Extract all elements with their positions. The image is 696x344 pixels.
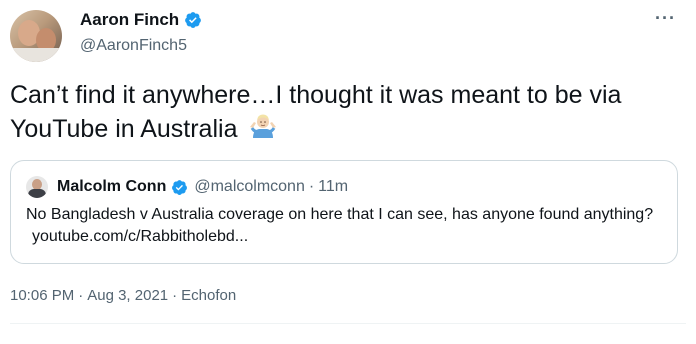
tweet-card: Aaron Finch @AaronFinch5 ··· Can’t find … — [0, 0, 696, 344]
avatar-body — [28, 189, 46, 198]
author-display-name[interactable]: Aaron Finch — [80, 9, 179, 31]
quoted-timestamp[interactable]: 11m — [318, 176, 348, 198]
tweet-source[interactable]: Echofon — [181, 287, 236, 304]
separator-dot: · — [78, 287, 84, 304]
more-horizontal-icon[interactable]: ··· — [655, 8, 676, 29]
separator-dot: · — [172, 287, 178, 304]
quoted-body: No Bangladesh v Australia coverage on he… — [26, 206, 654, 223]
quoted-display-name[interactable]: Malcolm Conn — [57, 176, 166, 198]
tweet-date[interactable]: Aug 3, 2021 — [87, 287, 168, 304]
verified-badge-icon — [172, 179, 188, 195]
tweet-body: Can’t find it anywhere…I thought it was … — [10, 81, 622, 143]
author-name-row[interactable]: Aaron Finch — [80, 9, 202, 31]
tweet-text: Can’t find it anywhere…I thought it was … — [10, 79, 690, 145]
quoted-author-avatar[interactable] — [26, 176, 48, 198]
quoted-header: Malcolm Conn @malcolmconn · 11m — [57, 176, 348, 198]
quoted-tweet[interactable]: Malcolm Conn @malcolmconn · 11m No Bangl… — [10, 160, 678, 264]
quoted-link[interactable]: youtube.com/c/Rabbitholebd... — [32, 228, 248, 245]
tweet-meta: 10:06 PM · Aug 3, 2021 · Echofon — [10, 286, 236, 306]
divider — [10, 323, 686, 324]
quoted-text: No Bangladesh v Australia coverage on he… — [26, 204, 666, 248]
separator-dot: · — [308, 178, 315, 195]
author-avatar[interactable] — [10, 10, 62, 62]
author-handle[interactable]: @AaronFinch5 — [80, 35, 202, 57]
author-block: Aaron Finch @AaronFinch5 — [80, 9, 202, 57]
avatar-shirt — [10, 48, 62, 62]
shrug-emoji-icon — [250, 114, 277, 138]
quoted-handle[interactable]: @malcolmconn — [194, 176, 305, 198]
verified-badge-icon — [185, 12, 202, 28]
tweet-time[interactable]: 10:06 PM — [10, 287, 74, 304]
